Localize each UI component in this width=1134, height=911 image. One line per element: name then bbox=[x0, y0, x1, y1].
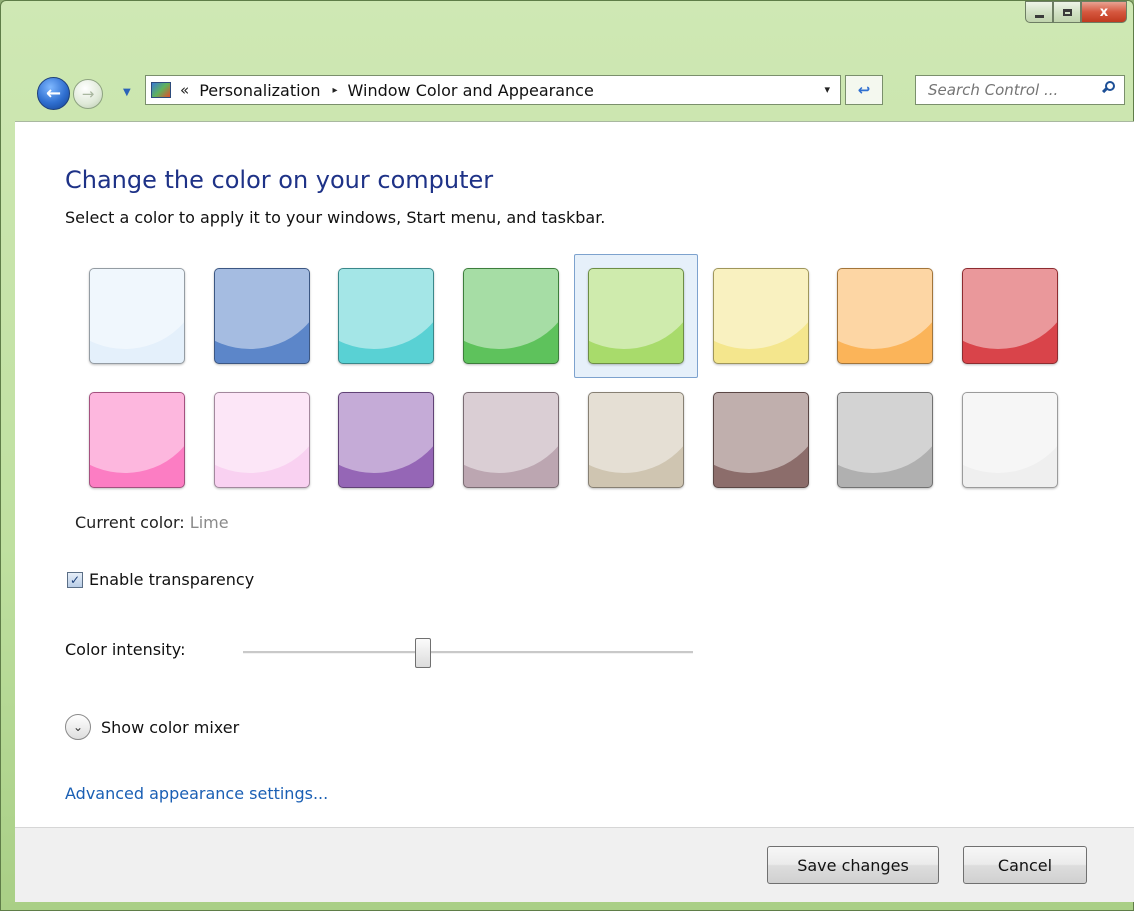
color-swatch-tile[interactable] bbox=[338, 268, 435, 364]
save-changes-button[interactable]: Save changes bbox=[767, 846, 939, 884]
search-icon[interactable] bbox=[1102, 81, 1115, 94]
color-swatch-tile[interactable] bbox=[712, 268, 809, 364]
color-swatch[interactable] bbox=[324, 378, 448, 502]
color-swatch-tile[interactable] bbox=[837, 268, 934, 364]
caption-buttons: x bbox=[1025, 1, 1127, 23]
intensity-label: Color intensity: bbox=[65, 640, 186, 659]
color-swatch-tile[interactable] bbox=[463, 392, 560, 488]
color-swatch-tile[interactable] bbox=[712, 392, 809, 488]
color-swatch[interactable] bbox=[449, 378, 573, 502]
color-swatch-tile[interactable] bbox=[463, 268, 560, 364]
maximize-icon bbox=[1062, 8, 1072, 16]
intensity-slider[interactable] bbox=[243, 634, 693, 668]
search-input[interactable] bbox=[926, 80, 1090, 100]
color-swatch-tile[interactable] bbox=[338, 392, 435, 488]
color-swatch-tile[interactable] bbox=[213, 392, 310, 488]
minimize-icon bbox=[1034, 14, 1044, 18]
forward-button[interactable]: → bbox=[73, 79, 103, 109]
refresh-button[interactable]: ↩ bbox=[845, 75, 883, 105]
color-swatch[interactable] bbox=[75, 254, 199, 378]
color-swatch[interactable] bbox=[324, 254, 448, 378]
close-icon: x bbox=[1099, 4, 1109, 20]
color-mixer-toggle[interactable]: ⌄ Show color mixer bbox=[65, 714, 239, 740]
color-swatch-tile[interactable] bbox=[587, 268, 684, 364]
control-panel-icon bbox=[151, 82, 171, 98]
content-pane: Change the color on your computer Select… bbox=[15, 121, 1134, 828]
color-swatch-tile[interactable] bbox=[961, 268, 1058, 364]
color-swatch-tile[interactable] bbox=[213, 268, 310, 364]
button-bar: Save changes Cancel bbox=[15, 827, 1134, 902]
transparency-checkbox[interactable]: ✓ bbox=[67, 571, 83, 588]
color-swatch[interactable] bbox=[449, 254, 573, 378]
color-swatch[interactable] bbox=[948, 254, 1072, 378]
color-swatch[interactable] bbox=[200, 254, 324, 378]
forward-arrow-icon: → bbox=[81, 85, 95, 103]
advanced-settings-link[interactable]: Advanced appearance settings... bbox=[65, 784, 328, 803]
address-overflow-chevron[interactable]: « bbox=[180, 81, 189, 99]
color-swatch-tile[interactable] bbox=[837, 392, 934, 488]
color-swatch[interactable] bbox=[200, 378, 324, 502]
color-swatch-tile[interactable] bbox=[89, 392, 185, 488]
back-arrow-icon: ← bbox=[45, 83, 62, 104]
color-swatch[interactable] bbox=[574, 378, 698, 502]
breadcrumb-window-color[interactable]: Window Color and Appearance bbox=[348, 81, 594, 100]
color-swatch[interactable] bbox=[699, 378, 823, 502]
transparency-label[interactable]: Enable transparency bbox=[89, 570, 254, 589]
window-frame: x ← → ▼ « Personalization ▸ Window Color… bbox=[0, 0, 1134, 911]
minimize-button[interactable] bbox=[1025, 1, 1053, 23]
cancel-button[interactable]: Cancel bbox=[963, 846, 1087, 884]
current-color-value: Lime bbox=[189, 513, 229, 532]
color-swatch[interactable] bbox=[75, 378, 199, 502]
slider-thumb[interactable] bbox=[415, 638, 431, 668]
color-mixer-label[interactable]: Show color mixer bbox=[101, 718, 239, 737]
color-swatch-tile[interactable] bbox=[961, 392, 1058, 488]
transparency-option[interactable]: ✓ Enable transparency bbox=[67, 570, 254, 589]
search-box[interactable] bbox=[915, 75, 1125, 105]
current-color-label: Current color: bbox=[75, 513, 185, 532]
refresh-icon: ↩ bbox=[857, 81, 871, 99]
breadcrumb-separator-icon[interactable]: ▸ bbox=[333, 85, 338, 96]
color-swatch[interactable] bbox=[573, 254, 698, 378]
color-swatch[interactable] bbox=[823, 254, 947, 378]
color-swatch-tile[interactable] bbox=[89, 268, 185, 364]
maximize-button[interactable] bbox=[1053, 1, 1081, 23]
breadcrumb-personalization[interactable]: Personalization bbox=[199, 81, 320, 100]
color-swatch[interactable] bbox=[699, 254, 823, 378]
slider-track[interactable] bbox=[243, 651, 693, 654]
color-swatch-tile[interactable] bbox=[587, 392, 684, 488]
color-swatch[interactable] bbox=[823, 378, 947, 502]
back-button[interactable]: ← bbox=[37, 77, 70, 110]
page-description: Select a color to apply it to your windo… bbox=[65, 208, 606, 227]
address-bar[interactable]: « Personalization ▸ Window Color and App… bbox=[145, 75, 841, 105]
current-color: Current color: Lime bbox=[75, 513, 229, 532]
page-title: Change the color on your computer bbox=[65, 166, 494, 194]
address-dropdown-icon[interactable]: ▾ bbox=[824, 83, 830, 96]
color-swatch[interactable] bbox=[948, 378, 1072, 502]
close-button[interactable]: x bbox=[1081, 1, 1127, 23]
chevron-down-icon[interactable]: ⌄ bbox=[65, 714, 91, 740]
recent-pages-dropdown[interactable]: ▼ bbox=[123, 87, 131, 98]
